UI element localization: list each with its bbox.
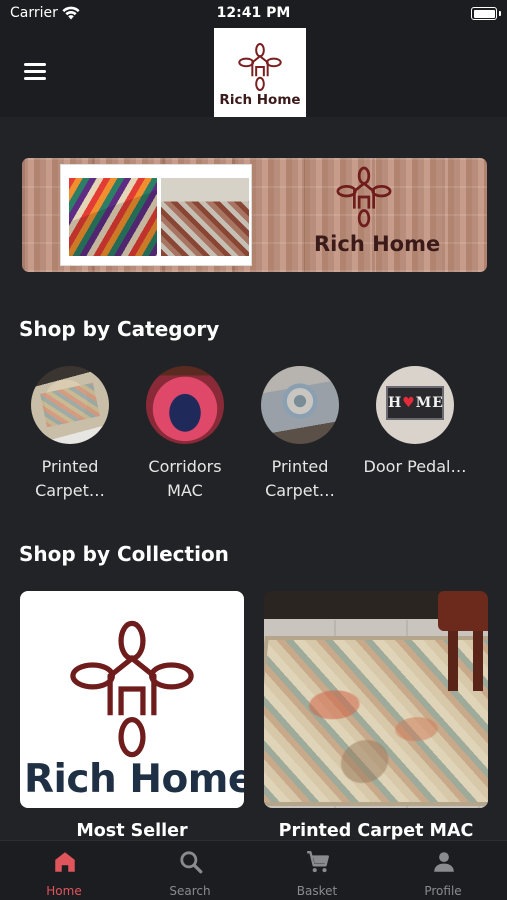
category-label: Corridors MAC [148, 457, 222, 500]
status-time: 12:41 PM [216, 5, 291, 21]
collection-image: Rich Home [20, 591, 244, 808]
banner-carpet-photo [161, 178, 249, 256]
tab-search[interactable]: Search [127, 841, 253, 900]
door-mat-text: H♥ME [388, 395, 444, 411]
collection-title: Most Seller [76, 821, 188, 841]
collection-logo-text: Rich Home [24, 757, 244, 802]
status-bar: Carrier 12:41 PM [0, 0, 507, 28]
door-mat: H♥ME [386, 386, 444, 420]
tab-label: Profile [424, 884, 462, 898]
rich-home-logo-mark [336, 166, 392, 228]
tab-bar: Home Search Basket Profile [0, 840, 507, 900]
category-thumb: H♥ME [376, 366, 454, 444]
tab-label: Home [46, 884, 82, 898]
header-logo[interactable]: Rich Home [214, 28, 306, 117]
category-label: Door Pedal… [363, 457, 467, 476]
person-icon [434, 852, 454, 872]
rich-home-logo-mark [238, 43, 282, 91]
promo-banner[interactable]: Rich Home [22, 158, 487, 272]
header-logo-text: Rich Home [219, 92, 301, 108]
banner-logo-text: Rich Home [314, 232, 441, 256]
category-label: Printed Carpet… [265, 457, 335, 500]
section-title-category: Shop by Category [19, 317, 220, 341]
search-icon [180, 851, 203, 874]
category-thumb [146, 366, 224, 444]
tab-basket[interactable]: Basket [254, 841, 380, 900]
tab-label: Basket [296, 884, 338, 898]
category-thumb [31, 366, 109, 444]
category-thumb [261, 366, 339, 444]
collection-image [264, 591, 488, 808]
cart-icon [307, 851, 329, 873]
rich-home-logo-mark [70, 620, 194, 758]
tab-home[interactable]: Home [1, 841, 127, 900]
banner-carpet-photo [69, 178, 157, 256]
battery-icon [471, 7, 501, 20]
banner-photo-card [60, 164, 252, 266]
tab-label: Search [169, 884, 211, 898]
section-title-collection: Shop by Collection [19, 542, 229, 566]
app-header: Rich Home [0, 28, 507, 117]
chair-photo [438, 591, 488, 691]
home-icon [55, 852, 75, 872]
collection-title: Printed Carpet MAC [278, 821, 474, 841]
tab-profile[interactable]: Profile [380, 841, 506, 900]
hamburger-menu-icon[interactable] [18, 56, 52, 86]
category-label: Printed Carpet… [35, 457, 105, 500]
